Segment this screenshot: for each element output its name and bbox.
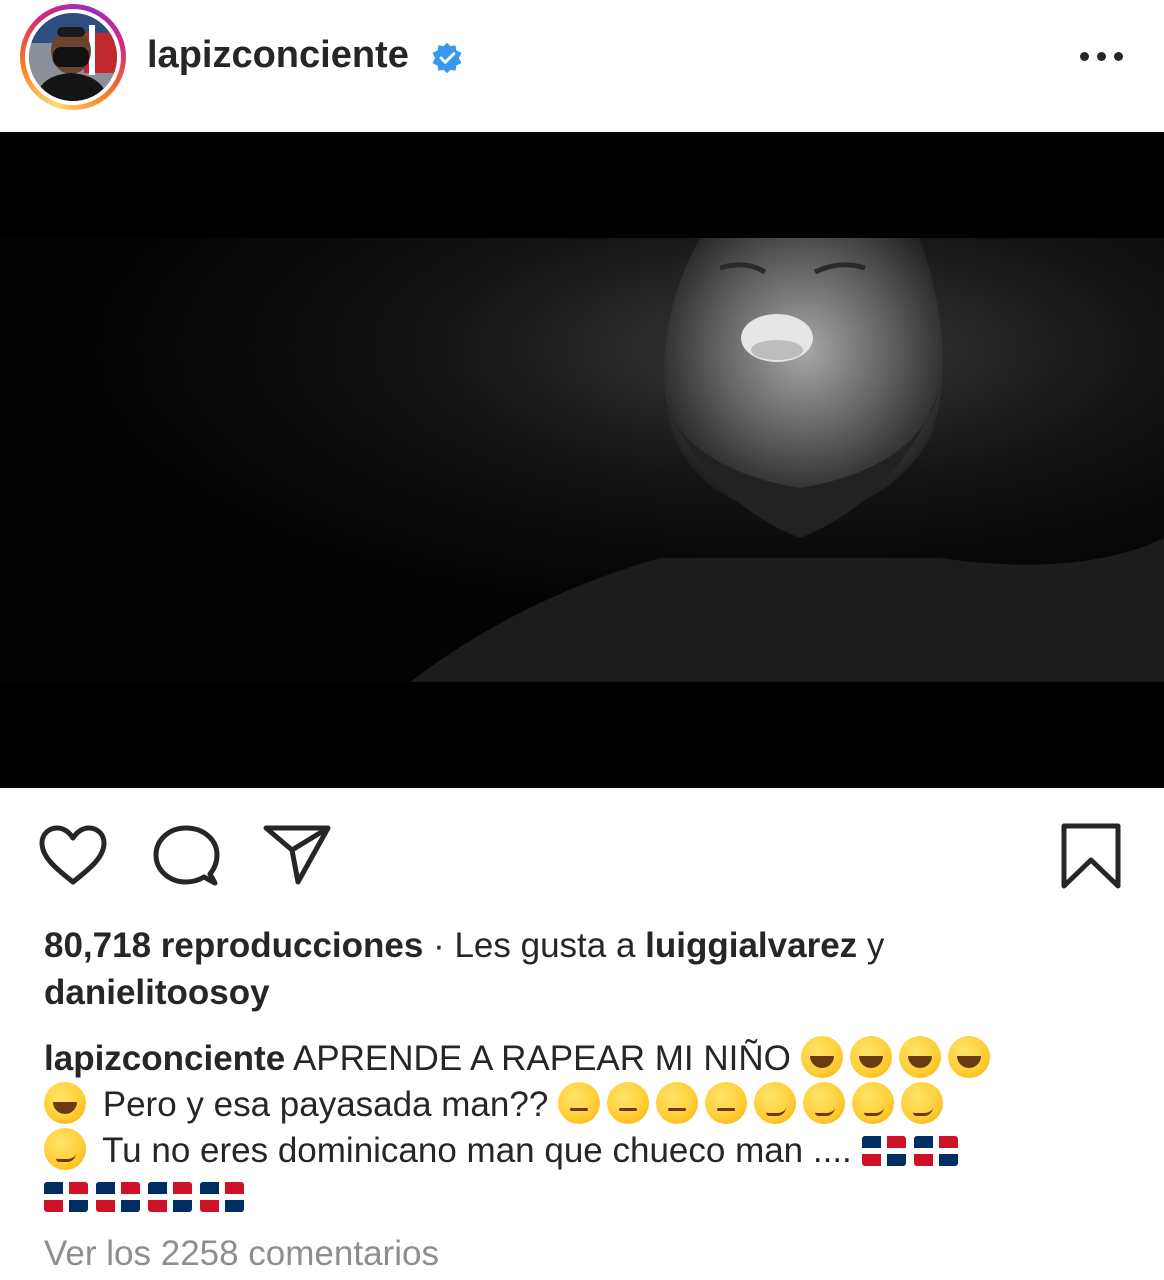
dominican-flag-icon	[913, 1136, 958, 1166]
smirk-emoji-icon	[852, 1082, 895, 1124]
story-ring[interactable]	[20, 4, 126, 110]
liked-by-conj: y	[857, 926, 885, 965]
post-caption: lapizconciente APRENDE A RAPEAR MI NIÑO …	[44, 1036, 1134, 1220]
video-frame	[0, 238, 1164, 682]
laughing-emoji-icon	[44, 1082, 86, 1124]
laughing-emoji-icon	[849, 1036, 892, 1078]
more-options-button[interactable]	[1078, 40, 1126, 72]
view-all-comments-link[interactable]: Ver los 2258 comentarios	[44, 1234, 439, 1274]
avatar-photo-icon	[29, 13, 117, 101]
caption-text: Pero y esa payasada man??	[93, 1085, 559, 1124]
bookmark-icon[interactable]	[1060, 822, 1122, 890]
caption-username[interactable]: lapizconciente	[44, 1039, 285, 1078]
smirk-emoji-icon	[754, 1082, 797, 1124]
verified-badge-icon	[432, 42, 462, 74]
caption-text: Tu no eres dominicano man que chueco man…	[93, 1131, 862, 1170]
video-still	[0, 238, 1164, 682]
smirk-emoji-icon	[803, 1082, 846, 1124]
separator: ·	[423, 926, 455, 965]
more-horizontal-icon	[1080, 52, 1089, 61]
action-bar	[0, 788, 1164, 918]
post-header: lapizconciente	[0, 0, 1164, 132]
dominican-flag-icon	[200, 1182, 244, 1212]
dominican-flag-icon	[148, 1182, 192, 1212]
heart-icon[interactable]	[38, 824, 108, 886]
send-icon[interactable]	[262, 824, 332, 886]
liked-by-user[interactable]: luiggialvarez	[645, 926, 857, 965]
dominican-flag-icon	[861, 1136, 906, 1166]
pensive-emoji-icon	[558, 1082, 601, 1124]
username[interactable]: lapizconciente	[147, 34, 409, 77]
laughing-emoji-icon	[898, 1036, 941, 1078]
caption-text: APRENDE A RAPEAR MI NIÑO	[285, 1039, 801, 1078]
pensive-emoji-icon	[656, 1082, 699, 1124]
pensive-emoji-icon	[607, 1082, 650, 1124]
pensive-emoji-icon	[705, 1082, 748, 1124]
post-stats: 80,718 reproducciones · Les gusta a luig…	[44, 922, 1134, 1016]
avatar[interactable]	[29, 13, 117, 101]
smirk-emoji-icon	[44, 1128, 86, 1170]
liked-by-user[interactable]: danielitoosoy	[44, 973, 270, 1012]
smirk-emoji-icon	[901, 1082, 944, 1124]
dominican-flag-icon	[96, 1182, 140, 1212]
liked-by-prefix: Les gusta a	[454, 926, 646, 965]
comment-icon[interactable]	[152, 824, 220, 888]
dominican-flag-icon	[44, 1182, 88, 1212]
laughing-emoji-icon	[947, 1036, 990, 1078]
view-count[interactable]: 80,718 reproducciones	[44, 926, 423, 965]
laughing-emoji-icon	[800, 1036, 843, 1078]
post-video[interactable]	[0, 132, 1164, 788]
